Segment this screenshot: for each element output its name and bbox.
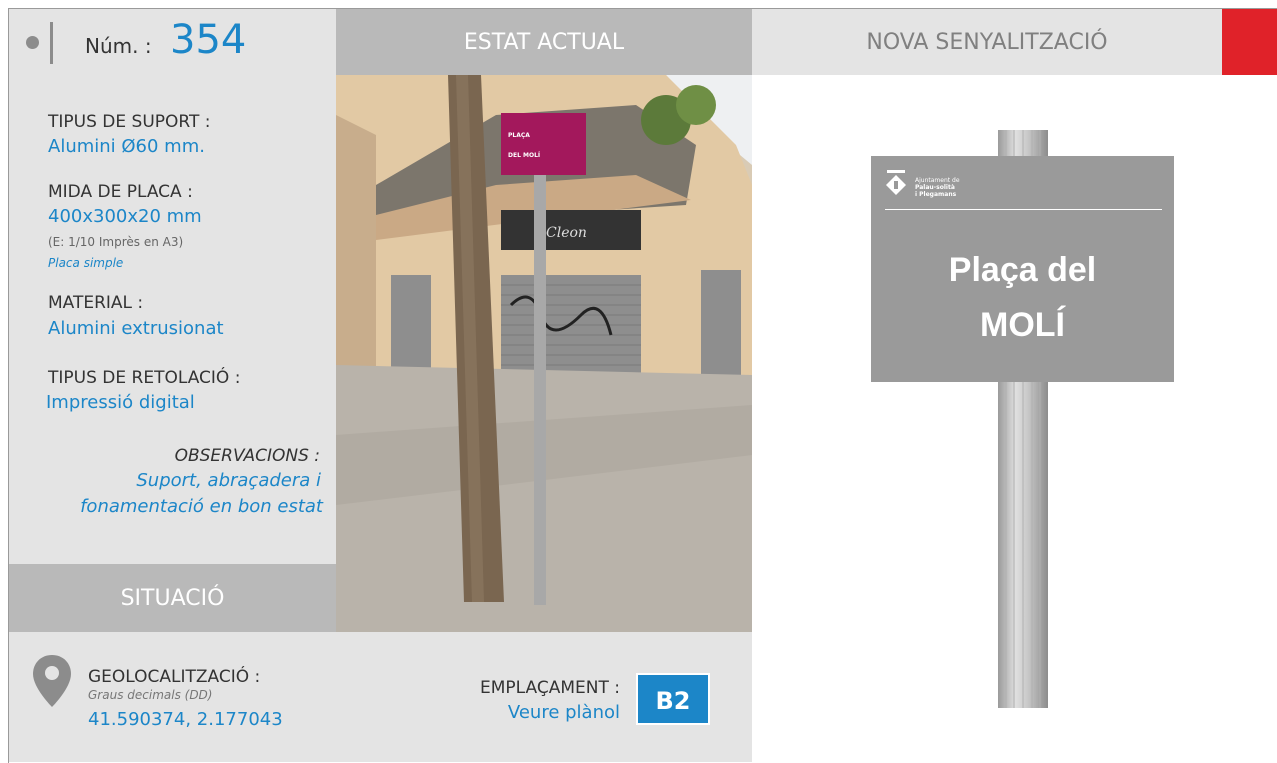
veure-planol-link[interactable]: Veure plànol	[406, 702, 620, 723]
muni-line1: Ajuntament de	[915, 177, 960, 184]
new-sign-title-line2: MOLÍ	[980, 306, 1065, 344]
observacions-line2: fonamentació en bon estat	[80, 496, 323, 517]
retolacio-label: TIPUS DE RETOLACIÓ :	[48, 368, 241, 388]
tipus-suport-label: TIPUS DE SUPORT :	[48, 112, 211, 132]
mida-placa-value: 400x300x20 mm	[48, 206, 202, 227]
emplacament-label: EMPLAÇAMENT :	[480, 678, 620, 698]
photo-sign-line1: PLAÇA	[508, 132, 530, 139]
accent-block	[1222, 9, 1277, 75]
muni-line2: Palau-solità	[915, 184, 955, 191]
bullet-dot-icon	[26, 36, 39, 49]
nova-senyalitzacio-heading: NOVA SENYALITZACIÓ	[752, 9, 1222, 75]
photo-sign-line2: DEL MOLÍ	[508, 151, 541, 159]
tipus-suport-value: Alumini Ø60 mm.	[48, 136, 205, 157]
material-value: Alumini extrusionat	[48, 318, 224, 339]
geolocalitzacio-value: 41.590374, 2.177043	[88, 709, 283, 730]
number-value: 354	[170, 17, 247, 63]
mida-placa-type: Placa simple	[48, 256, 124, 270]
shop-sign-text: Cleon	[546, 225, 587, 241]
emplacament-code-badge: B2	[636, 673, 710, 725]
observacions-label: OBSERVACIONS :	[174, 446, 320, 466]
divider	[50, 22, 53, 64]
street-photo-illustration: Cleon PLAÇA DEL MOLÍ	[336, 75, 752, 632]
mida-placa-label: MIDA DE PLACA :	[48, 182, 193, 202]
new-sign-title-line1: Plaça del	[948, 251, 1097, 289]
sign-divider	[885, 209, 1162, 210]
material-label: MATERIAL :	[48, 293, 144, 313]
map-pin-icon	[33, 655, 71, 707]
geolocalitzacio-label: GEOLOCALITZACIÓ :	[88, 667, 261, 687]
geolocalitzacio-format: Graus decimals (DD)	[88, 688, 213, 702]
new-sign-plate: Ajuntament de Palau-solità i Plegamans P…	[871, 156, 1174, 382]
situacio-heading: SITUACIÓ	[9, 564, 336, 632]
municipality-shield-icon	[886, 170, 906, 195]
retolacio-value: Impressió digital	[46, 392, 195, 413]
muni-line3: i Plegamans	[915, 191, 957, 198]
estat-actual-heading: ESTAT ACTUAL	[336, 9, 752, 75]
number-label: Núm. :	[85, 34, 152, 58]
current-state-photo: Cleon PLAÇA DEL MOLÍ	[336, 75, 752, 632]
observacions-line1: Suport, abraçadera i	[136, 470, 321, 491]
mida-placa-scale: (E: 1/10 Imprès en A3)	[48, 235, 184, 249]
